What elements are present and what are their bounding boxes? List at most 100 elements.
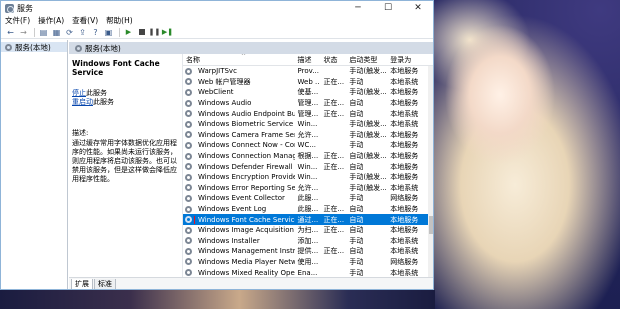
column-header-logon[interactable]: 登录为	[387, 55, 433, 65]
service-name-cell: Windows Mixed Reality Open...	[183, 269, 295, 277]
menu-view[interactable]: 查看(V)	[72, 15, 98, 26]
column-header-description[interactable]: 描述	[295, 55, 321, 65]
gear-icon	[75, 44, 82, 52]
service-startup-cell: 手动	[349, 77, 364, 86]
service-row[interactable]: Web 帐户管理器 Web ... 正在... 手动 本地系统	[183, 77, 433, 88]
refresh-icon[interactable]: ⟳	[64, 27, 75, 38]
service-name: Windows Camera Frame Serv...	[198, 130, 295, 139]
service-row[interactable]: WebClient 使基... 手动(触发... 本地服务	[183, 87, 433, 98]
service-row[interactable]: Windows Media Player Netw... 使用... 手动 网络服务	[183, 257, 433, 268]
service-startup-cell: 手动	[349, 194, 364, 203]
close-button[interactable]: ✕	[403, 1, 433, 15]
stop-service-link[interactable]: 停止	[72, 89, 86, 97]
service-row[interactable]: Windows Audio 管理... 正在... 自动 本地服务	[183, 98, 433, 109]
service-logon-cell: 本地服务	[390, 173, 419, 182]
scrollbar-thumb[interactable]	[429, 216, 433, 234]
selected-service-name: Windows Font Cache Service	[72, 59, 160, 77]
properties-icon[interactable]: ▦	[51, 27, 62, 38]
gear-icon	[185, 163, 192, 171]
gear-icon	[185, 205, 192, 213]
service-row[interactable]: Windows Font Cache Service 通过... 正在... 自动 本地…	[183, 214, 433, 225]
start-service-icon[interactable]: ▶	[123, 27, 134, 38]
service-row[interactable]: Windows Installer 添加... 手动 本地系统	[183, 236, 433, 247]
services-list: ^ 名称 描述 状态 启动类型 登录为 WarpJITSvc Prov... 手动(…	[182, 54, 433, 277]
pause-service-icon[interactable]: ❚❚	[149, 27, 161, 38]
service-row[interactable]: Windows Biometric Service Win... 手动(触发... 本…	[183, 119, 433, 130]
toolbar-separator	[119, 27, 120, 37]
service-row[interactable]: Windows Mixed Reality Open...Ena... 手动 本地系…	[183, 267, 433, 277]
menu-action[interactable]: 操作(A)	[38, 15, 64, 26]
tab-extended[interactable]: 扩展	[71, 279, 93, 289]
service-startup-cell: 手动(触发...	[349, 173, 387, 182]
help-icon[interactable]: ?	[90, 27, 101, 38]
gear-icon	[185, 269, 192, 277]
service-row[interactable]: Windows Event Collector 此服... 手动 网络服务	[183, 193, 433, 204]
vertical-scrollbar[interactable]	[428, 66, 433, 277]
menu-file[interactable]: 文件(F)	[5, 15, 30, 26]
desktop-wallpaper-strip	[0, 290, 435, 309]
service-row[interactable]: Windows Management Instru...提供... 正在... 自动…	[183, 246, 433, 257]
service-logon-cell: 本地服务	[390, 226, 419, 235]
service-status-cell: 正在...	[323, 247, 345, 256]
menu-help[interactable]: 帮助(H)	[106, 15, 133, 26]
forward-arrow-icon[interactable]: →	[18, 27, 29, 38]
service-row[interactable]: Windows Camera Frame Serv...允许... 手动(触发..…	[183, 130, 433, 141]
column-header-status[interactable]: 状态	[320, 55, 346, 65]
service-name-cell: Windows Event Collector	[183, 194, 295, 202]
service-logon-cell: 本地服务	[390, 67, 419, 76]
service-name-cell: Windows Camera Frame Serv...	[183, 131, 295, 139]
service-name: Windows Media Player Netw...	[198, 257, 295, 266]
service-row[interactable]: Windows Error Reporting Se... 允许... 手动(触发.…	[183, 183, 433, 194]
service-name-cell: Windows Event Log	[183, 205, 295, 213]
service-description-cell: Prov...	[297, 67, 319, 76]
service-startup-cell: 手动	[349, 141, 364, 150]
service-name: Windows Audio	[198, 99, 252, 108]
service-row[interactable]: Windows Encryption Provider...Win... 手动(触…	[183, 172, 433, 183]
gear-icon	[185, 194, 192, 202]
service-startup-cell: 自动	[349, 215, 364, 224]
export-list-icon[interactable]: ⇪	[77, 27, 88, 38]
service-logon-cell: 本地系统	[390, 247, 419, 256]
title-bar[interactable]: 服务 ─ ☐ ✕	[1, 1, 433, 15]
service-row[interactable]: Windows Connect Now - Con... WC... 手动 本地服务	[183, 140, 433, 151]
service-name-cell: Windows Audio Endpoint Buil...	[183, 110, 295, 118]
tab-standard[interactable]: 标准	[94, 279, 116, 289]
tree-item-services-local[interactable]: 服务(本地)	[1, 42, 67, 52]
service-status-cell: 正在...	[323, 162, 345, 171]
restart-service-link[interactable]: 重启动	[72, 98, 93, 106]
service-name-cell: Windows Installer	[183, 237, 295, 245]
service-name: Windows Image Acquisition ...	[198, 226, 295, 235]
panel-header: 服务(本地)	[69, 42, 433, 54]
service-name: Web 帐户管理器	[198, 77, 251, 86]
service-row[interactable]: WarpJITSvc Prov... 手动(触发... 本地服务	[183, 66, 433, 77]
service-row[interactable]: Windows Connection Manager 根据... 正在... 自动(触…	[183, 151, 433, 162]
service-name: Windows Encryption Provider...	[198, 173, 295, 182]
show-hide-pane-icon[interactable]: ▣	[103, 27, 114, 38]
maximize-button[interactable]: ☐	[373, 1, 403, 15]
service-logon-cell: 本地系统	[390, 236, 419, 245]
gear-icon	[185, 216, 192, 224]
stop-service-icon[interactable]	[136, 27, 147, 38]
service-status-cell: 正在...	[323, 226, 345, 235]
panel-header-label: 服务(本地)	[85, 43, 121, 53]
toolbar-separator	[34, 27, 35, 37]
minimize-button[interactable]: ─	[343, 1, 373, 15]
service-name-cell: Windows Connection Manager	[183, 152, 295, 160]
service-row[interactable]: Windows Event Log 此服... 正在... 自动 本地服务	[183, 204, 433, 215]
service-logon-cell: 本地服务	[390, 88, 419, 97]
restart-service-icon[interactable]: ▶❚	[162, 27, 173, 38]
gear-icon	[185, 110, 192, 118]
service-row[interactable]: Windows Audio Endpoint Buil...管理... 正在...…	[183, 108, 433, 119]
service-description-cell: 管理...	[297, 99, 319, 108]
service-row[interactable]: Windows Image Acquisition ... 为扫... 正在... 自…	[183, 225, 433, 236]
service-startup-cell: 自动	[349, 247, 364, 256]
console-tree-icon[interactable]: ▤	[38, 27, 49, 38]
column-header-startup-type[interactable]: 启动类型	[346, 55, 387, 65]
back-arrow-icon[interactable]: ←	[5, 27, 16, 38]
service-name-cell: Windows Error Reporting Se...	[183, 184, 295, 192]
service-startup-cell: 手动(触发...	[349, 88, 387, 97]
service-rows: WarpJITSvc Prov... 手动(触发... 本地服务 Web 帐户管理器 We…	[183, 66, 433, 277]
restart-service-line: 重启动此服务	[72, 98, 178, 107]
service-logon-cell: 本地服务	[390, 152, 419, 161]
service-row[interactable]: Windows Defender Firewall Win... 正在... 自动 本地…	[183, 161, 433, 172]
